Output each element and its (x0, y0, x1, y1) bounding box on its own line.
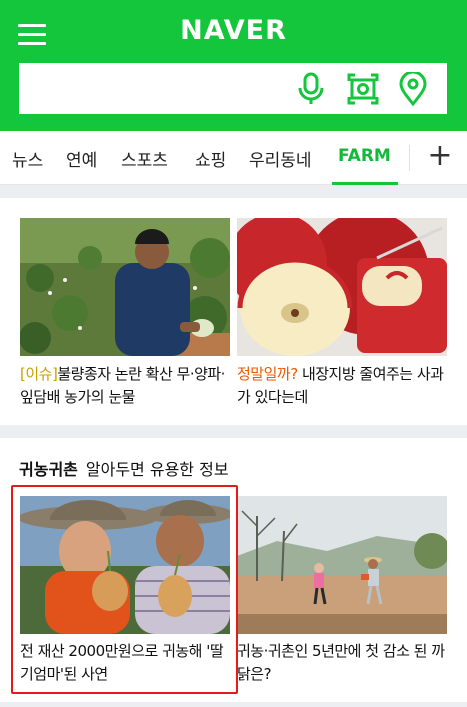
article-title-1[interactable]: [이슈]불량종자 논란 확산 무·양파·잎담배 농가의 눈물 (20, 363, 230, 409)
article-title-4[interactable]: 귀농·귀촌인 5년만에 첫 감소 된 까닭은? (237, 640, 447, 686)
article-thumbnail-strawberry-mom[interactable] (20, 496, 230, 634)
question-tag: 정말일까? (237, 365, 298, 383)
article-thumbnail-farmer[interactable] (20, 218, 230, 356)
return-to-farm-card: 귀농귀촌 알아두면 유용한 정보 전 재산 2000만원으로 귀농해 '딸기엄마'… (0, 438, 467, 702)
couple-with-onions-image (20, 496, 230, 634)
naver-logo[interactable]: NAVER (0, 15, 467, 46)
tab-shopping[interactable]: 쇼핑 (195, 146, 226, 171)
tab-sports[interactable]: 스포츠 (121, 146, 168, 171)
tab-news[interactable]: 뉴스 (12, 146, 43, 171)
tab-neighborhood[interactable]: 우리동네 (249, 146, 312, 171)
search-input[interactable] (29, 71, 299, 105)
active-tab-indicator (332, 182, 398, 185)
issue-tag: [이슈] (20, 365, 58, 383)
article-thumbnail-apple[interactable] (237, 218, 447, 356)
section-header: 귀농귀촌 알아두면 유용한 정보 (19, 456, 229, 480)
farmer-field-image (20, 218, 230, 356)
add-tab-button[interactable]: + (424, 140, 456, 172)
apple-image (237, 218, 447, 356)
farm-news-card: [이슈]불량종자 논란 확산 무·양파·잎담배 농가의 눈물 정말일까? 내장지… (0, 198, 467, 425)
search-bar (19, 63, 447, 114)
microphone-icon[interactable] (294, 72, 328, 106)
section-title: 귀농귀촌 (19, 460, 78, 479)
tab-entertainment[interactable]: 연예 (66, 146, 97, 171)
field-workers-image (237, 496, 447, 634)
article-title-2[interactable]: 정말일까? 내장지방 줄여주는 사과가 있다는데 (237, 363, 447, 409)
header: NAVER (0, 0, 467, 131)
article-thumbnail-farm-decline[interactable] (237, 496, 447, 634)
tab-divider (409, 145, 410, 171)
location-pin-icon[interactable] (396, 70, 430, 107)
lens-icon[interactable] (346, 72, 380, 106)
category-tabs: 뉴스 연예 스포츠 쇼핑 우리동네 FARM + (0, 131, 467, 185)
tab-farm[interactable]: FARM (338, 146, 391, 166)
article-title-3[interactable]: 전 재산 2000만원으로 귀농해 '딸기엄마'된 사연 (20, 640, 230, 686)
section-subtitle: 알아두면 유용한 정보 (85, 460, 229, 479)
